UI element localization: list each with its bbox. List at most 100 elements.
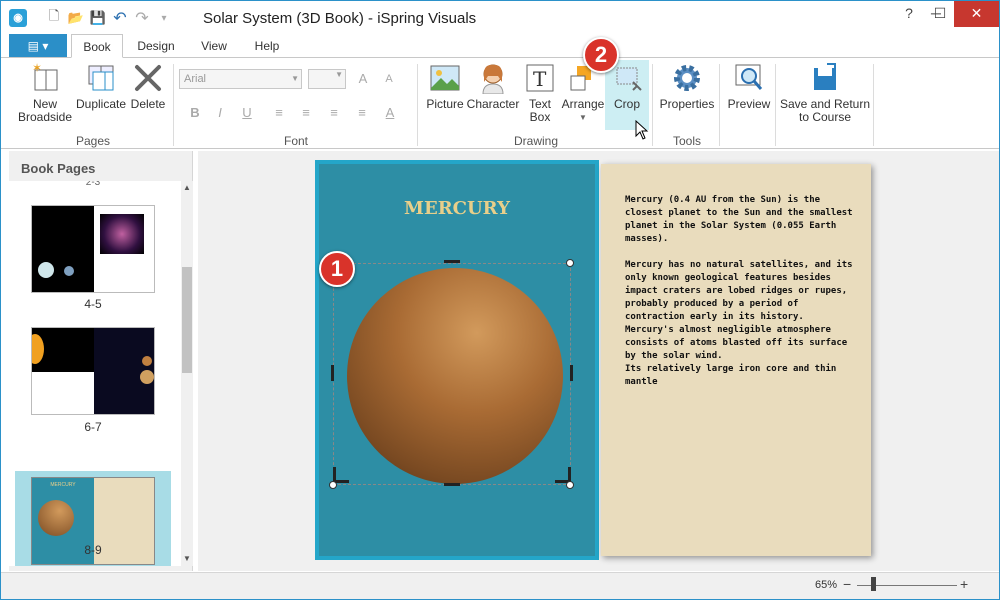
- zoom-in-button[interactable]: +: [960, 576, 968, 592]
- step-badge-1: 1: [319, 251, 355, 287]
- open-folder-icon[interactable]: 📂: [67, 9, 85, 27]
- tab-design[interactable]: Design: [129, 34, 183, 58]
- close-button[interactable]: ✕: [954, 1, 999, 27]
- tab-view[interactable]: View: [191, 34, 237, 58]
- group-label-font: Font: [283, 134, 308, 148]
- picture-icon: [429, 62, 461, 94]
- align-right-button[interactable]: ≡: [326, 105, 342, 120]
- redo-icon[interactable]: ↷: [133, 9, 151, 27]
- crop-selection-box[interactable]: [333, 263, 571, 485]
- book-pages-panel: Book Pages 2-3 4-5 6-7 MERCURY 8-9 ▲ ▼: [9, 151, 193, 571]
- new-broadside-button[interactable]: ✶ New Broadside: [13, 61, 77, 124]
- planet-thumbnail: [38, 262, 54, 278]
- crop-handle-bottom[interactable]: [444, 481, 460, 486]
- text-box-button[interactable]: T Text Box: [521, 62, 559, 124]
- arrange-label: Arrange: [561, 97, 605, 111]
- tab-help[interactable]: Help: [245, 34, 289, 58]
- crop-handle-left[interactable]: [331, 365, 336, 381]
- thumb-left-page: [32, 206, 94, 292]
- tab-book[interactable]: Book: [71, 34, 123, 58]
- crop-icon: [611, 62, 643, 94]
- planet-thumbnail: [140, 370, 154, 384]
- crop-label: Crop: [613, 97, 640, 111]
- font-size-select[interactable]: ▼: [308, 69, 346, 89]
- preview-magnifier-icon: [733, 62, 765, 94]
- resize-handle-bottom-right[interactable]: [566, 481, 574, 489]
- page-thumbnail-list: 2-3 4-5 6-7 MERCURY 8-9: [9, 181, 181, 566]
- window-title: Solar System (3D Book) - iSpring Visuals: [203, 10, 477, 27]
- character-button[interactable]: Character: [465, 62, 521, 111]
- chevron-up-icon[interactable]: ▲: [181, 181, 193, 195]
- sun-thumbnail: [32, 334, 44, 364]
- page-text-block[interactable]: Mercury (0.4 AU from the Sun) is the clo…: [625, 194, 855, 389]
- character-label: Character: [466, 97, 520, 111]
- underline-button[interactable]: U: [239, 105, 255, 120]
- delete-x-icon: [132, 62, 164, 94]
- delete-button[interactable]: Delete: [129, 62, 167, 111]
- file-menu-button[interactable]: ▤ ▾: [9, 34, 67, 58]
- bold-button[interactable]: B: [187, 105, 203, 120]
- new-broadside-icon: ✶: [29, 61, 61, 94]
- crop-handle-right[interactable]: [568, 365, 573, 381]
- new-file-icon[interactable]: 🗋: [45, 8, 63, 27]
- svg-text:T: T: [533, 67, 547, 91]
- picture-label: Picture: [426, 97, 464, 111]
- sidebar-scrollbar[interactable]: ▲ ▼: [181, 181, 193, 566]
- save-icon[interactable]: 💾: [89, 9, 107, 27]
- preview-button[interactable]: Preview: [725, 62, 773, 111]
- app-icon[interactable]: ◉: [9, 9, 27, 27]
- properties-button[interactable]: Properties: [657, 62, 717, 111]
- title-bar: ◉ 🗋 📂 💾 ↶ ↷ ▾ Solar System (3D Book) - i…: [1, 1, 999, 34]
- step-badge-2: 2: [583, 37, 619, 73]
- character-icon: [477, 62, 509, 95]
- undo-icon[interactable]: ↶: [111, 9, 129, 27]
- group-label-pages: Pages: [75, 134, 111, 148]
- chevron-down-icon[interactable]: ▼: [181, 552, 193, 566]
- font-name-value: Arial: [184, 73, 207, 85]
- align-left-button[interactable]: ≡: [271, 105, 287, 120]
- duplicate-icon: [85, 62, 117, 94]
- duplicate-button[interactable]: Duplicate: [73, 62, 129, 111]
- group-label-drawing: Drawing: [513, 134, 558, 148]
- svg-text:✶: ✶: [32, 62, 42, 75]
- quick-access-toolbar: 🗋 📂 💾 ↶ ↷ ▾: [45, 8, 173, 27]
- save-and-return-button[interactable]: Save and Return to Course: [779, 62, 871, 124]
- justify-button[interactable]: ≡: [354, 105, 370, 120]
- group-separator: [873, 64, 874, 146]
- page-heading[interactable]: MERCURY: [319, 198, 595, 219]
- gear-icon: [671, 62, 703, 94]
- font-shrink-icon[interactable]: A: [381, 73, 397, 85]
- font-grow-icon[interactable]: A: [355, 71, 371, 86]
- crop-handle-top[interactable]: [444, 260, 460, 265]
- text-box-label: Text Box: [528, 97, 551, 124]
- zoom-out-button[interactable]: −: [843, 576, 851, 592]
- ribbon: ✶ New Broadside Duplicate Delete Pages A…: [1, 57, 999, 149]
- text-paragraph: Its relatively large iron core and thin …: [625, 364, 837, 387]
- scrollbar-thumb[interactable]: [182, 267, 192, 373]
- italic-button[interactable]: I: [212, 105, 228, 120]
- maximize-button[interactable]: ☐: [925, 1, 955, 27]
- font-name-select[interactable]: Arial ▼: [179, 69, 302, 89]
- group-separator: [173, 64, 174, 146]
- ribbon-tabs: ▤ ▾ Book Design View Help: [1, 34, 999, 58]
- group-separator: [652, 64, 653, 146]
- zoom-slider-thumb[interactable]: [871, 577, 876, 591]
- page-label: 8-9: [84, 543, 102, 557]
- group-label-tools: Tools: [672, 134, 701, 148]
- customize-qat-icon[interactable]: ▾: [155, 9, 173, 27]
- picture-button[interactable]: Picture: [423, 62, 467, 111]
- thumb-text-area: [32, 372, 94, 414]
- properties-label: Properties: [659, 97, 715, 111]
- resize-handle-bottom-left[interactable]: [329, 481, 337, 489]
- font-color-button[interactable]: A: [382, 105, 398, 120]
- page-thumbnail-4-5[interactable]: [31, 205, 155, 293]
- crop-handle-bottom-left[interactable]: [333, 467, 349, 483]
- align-center-button[interactable]: ≡: [298, 105, 314, 120]
- mercury-thumbnail: [38, 500, 74, 536]
- book-right-page[interactable]: Mercury (0.4 AU from the Sun) is the clo…: [601, 164, 871, 556]
- panel-title: Book Pages: [21, 161, 96, 176]
- resize-handle-top-right[interactable]: [566, 259, 574, 267]
- thumb-left-page: [32, 328, 94, 372]
- help-button[interactable]: ?: [894, 1, 924, 27]
- page-thumbnail-6-7[interactable]: [31, 327, 155, 415]
